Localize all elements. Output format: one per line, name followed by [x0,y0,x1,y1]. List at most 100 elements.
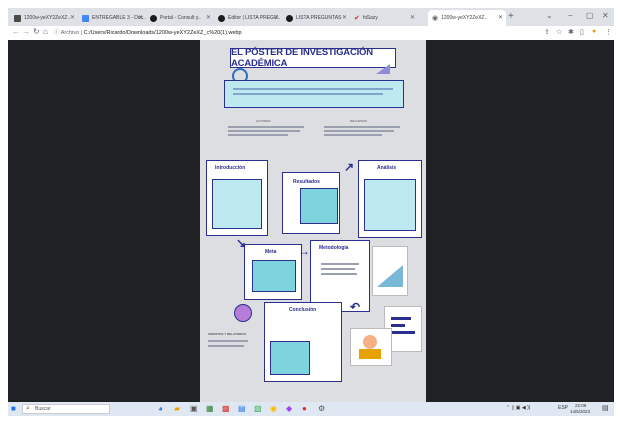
laptop-icon [359,349,381,359]
results-box [300,188,338,224]
language-indicator[interactable]: ESP [558,405,568,411]
text-line [324,134,382,136]
clock-date[interactable]: 14/5/2023 [570,409,590,414]
tab-label: LISTA PREGUNTAS [296,15,342,21]
excel-icon[interactable]: ▦ [206,404,214,413]
chrome-icon[interactable]: ◉ [270,404,277,413]
forward-icon[interactable]: → [22,27,30,36]
text-line [208,345,244,347]
back-icon[interactable]: ← [12,27,20,36]
close-icon[interactable]: ✕ [274,14,279,21]
tab-5[interactable]: LISTA PREGUNTAS ✕ [282,10,350,26]
arrow-icon: → [298,244,310,258]
profile-icon[interactable]: ● [592,28,596,35]
address-bar: ← → ↻ ⌂ ⓘ Archivo | C:/Users/Ricardo/Dow… [8,26,614,41]
file-explorer-icon[interactable]: ▰ [174,404,180,413]
results-heading: Resultados [293,179,320,185]
tab-label: Editor | LISTA PREGU.. [228,15,281,21]
new-tab-icon[interactable]: + [508,11,514,22]
text-line [228,134,288,136]
bookmark-star-icon[interactable]: ☆ [556,28,562,36]
analysis-body [364,179,416,231]
tab-2[interactable]: ENTREGABLE 3 - Doc.. ✕ [78,10,146,26]
intro-card: Introducción [206,160,268,236]
page-icon [218,14,225,22]
authors-label: AUTORES [256,119,271,123]
minimize-icon[interactable]: − [568,11,573,20]
app-icon[interactable]: ● [302,404,307,413]
maximize-icon[interactable]: ▢ [586,11,594,20]
browser-window: 1200w-yeXY2ZeXZ.. ✕ ENTREGABLE 3 - Doc.. ✕… [8,8,614,416]
tab-active[interactable]: ◉ 1200w-yeXY2ZeXZ.. ✕ [428,10,506,26]
windows-start-icon[interactable]: ■ [11,404,16,413]
close-icon[interactable]: ✕ [70,14,75,21]
extensions-icon[interactable]: ✱ [568,28,574,36]
poster-banner [224,80,404,108]
reload-icon[interactable]: ↻ [33,27,40,36]
share-icon[interactable]: ⇪ [544,28,550,36]
chevron-down-icon[interactable]: ⌄ [546,11,553,20]
text-line [233,88,393,90]
image-viewer: EL PÓSTER DE INVESTIGACIÓN ACADÉMICA AUT… [8,40,614,402]
app-icon[interactable]: ◆ [286,404,292,413]
goal-box [252,260,296,292]
home-icon[interactable]: ⌂ [43,27,48,36]
bar [391,324,405,327]
store-icon[interactable]: ▣ [190,404,198,413]
text-line [208,340,248,342]
menu-icon[interactable]: ⋮ [605,28,612,36]
conclusion-box [270,341,310,375]
analysis-heading: Análisis [377,165,397,171]
text-line [321,273,357,275]
arrow-icon: ↶ [350,300,361,314]
tab-label: 1200w-yeXY2ZeXZ.. [24,15,71,21]
tab-label: hiSazy [362,15,378,21]
close-window-icon[interactable]: ✕ [602,11,609,20]
sidepanel-icon[interactable]: ▯ [580,28,584,36]
globe-icon: ◉ [432,15,439,22]
decor-shape [376,64,390,74]
goal-heading: Meta [265,249,277,255]
search-icon: ⌕ [26,405,30,412]
tab-4[interactable]: Editor | LISTA PREGU.. ✕ [214,10,282,26]
poster-image: EL PÓSTER DE INVESTIGACIÓN ACADÉMICA AUT… [200,40,426,402]
arrow-icon: ↗ [344,160,355,174]
notifications-icon[interactable]: ▤ [602,404,609,412]
url-field[interactable]: ⓘ Archivo | C:/Users/Ricardo/Downloads/1… [54,28,242,36]
taskbar-search[interactable]: ⌕ Buscar [22,404,110,414]
url-scheme-label: Archivo [60,30,80,36]
tab-label: 1200w-yeXY2ZeXZ.. [441,15,488,21]
bar [391,317,411,320]
text-line [324,126,400,128]
close-icon[interactable]: ✕ [498,14,503,21]
taskbar: ■ ⌕ Buscar ◕ ▰ ▣ ▦ ▩ ▤ ▧ ◉ ◆ ● ⚙ ⌃ ▯ ▣ ◀ … [8,402,614,416]
intro-body [212,179,262,229]
powerpoint-icon[interactable]: ▩ [222,404,230,413]
app-icon[interactable]: ▧ [254,404,262,413]
close-icon[interactable]: ✕ [138,14,143,21]
person-icon [363,335,377,349]
edge-icon[interactable]: ◕ [158,404,163,413]
search-placeholder: Buscar [35,406,51,412]
text-line [228,130,300,132]
method-heading: Metodología [319,245,349,251]
credits-label: CREDITOS Y RELATORIAS [208,332,247,336]
text-line [321,263,359,265]
system-tray-icons[interactable]: ⌃ ▯ ▣ ◀ )) [506,405,530,411]
clock-time[interactable]: 22:09 [575,403,586,408]
conclusion-card: Conclusión [264,302,342,382]
word-icon[interactable]: ▤ [238,404,246,413]
text-line [228,126,304,128]
tab-3[interactable]: Portal - Consult y.. ✕ [146,10,214,26]
close-icon[interactable]: ✕ [342,14,347,21]
tab-label: Portal - Consult y.. [160,15,201,21]
intro-heading: Introducción [215,165,246,171]
close-icon[interactable]: ✕ [410,14,415,21]
close-icon[interactable]: ✕ [206,14,211,21]
tab-1[interactable]: 1200w-yeXY2ZeXZ.. ✕ [10,10,78,26]
docs-icon [82,14,89,22]
url-path: C:/Users/Ricardo/Downloads/1200w-yeXY2Ze… [83,30,242,36]
tab-6[interactable]: ✔ hiSazy ✕ [350,10,418,26]
page-icon [14,14,21,22]
settings-gear-icon[interactable]: ⚙ [318,404,325,413]
